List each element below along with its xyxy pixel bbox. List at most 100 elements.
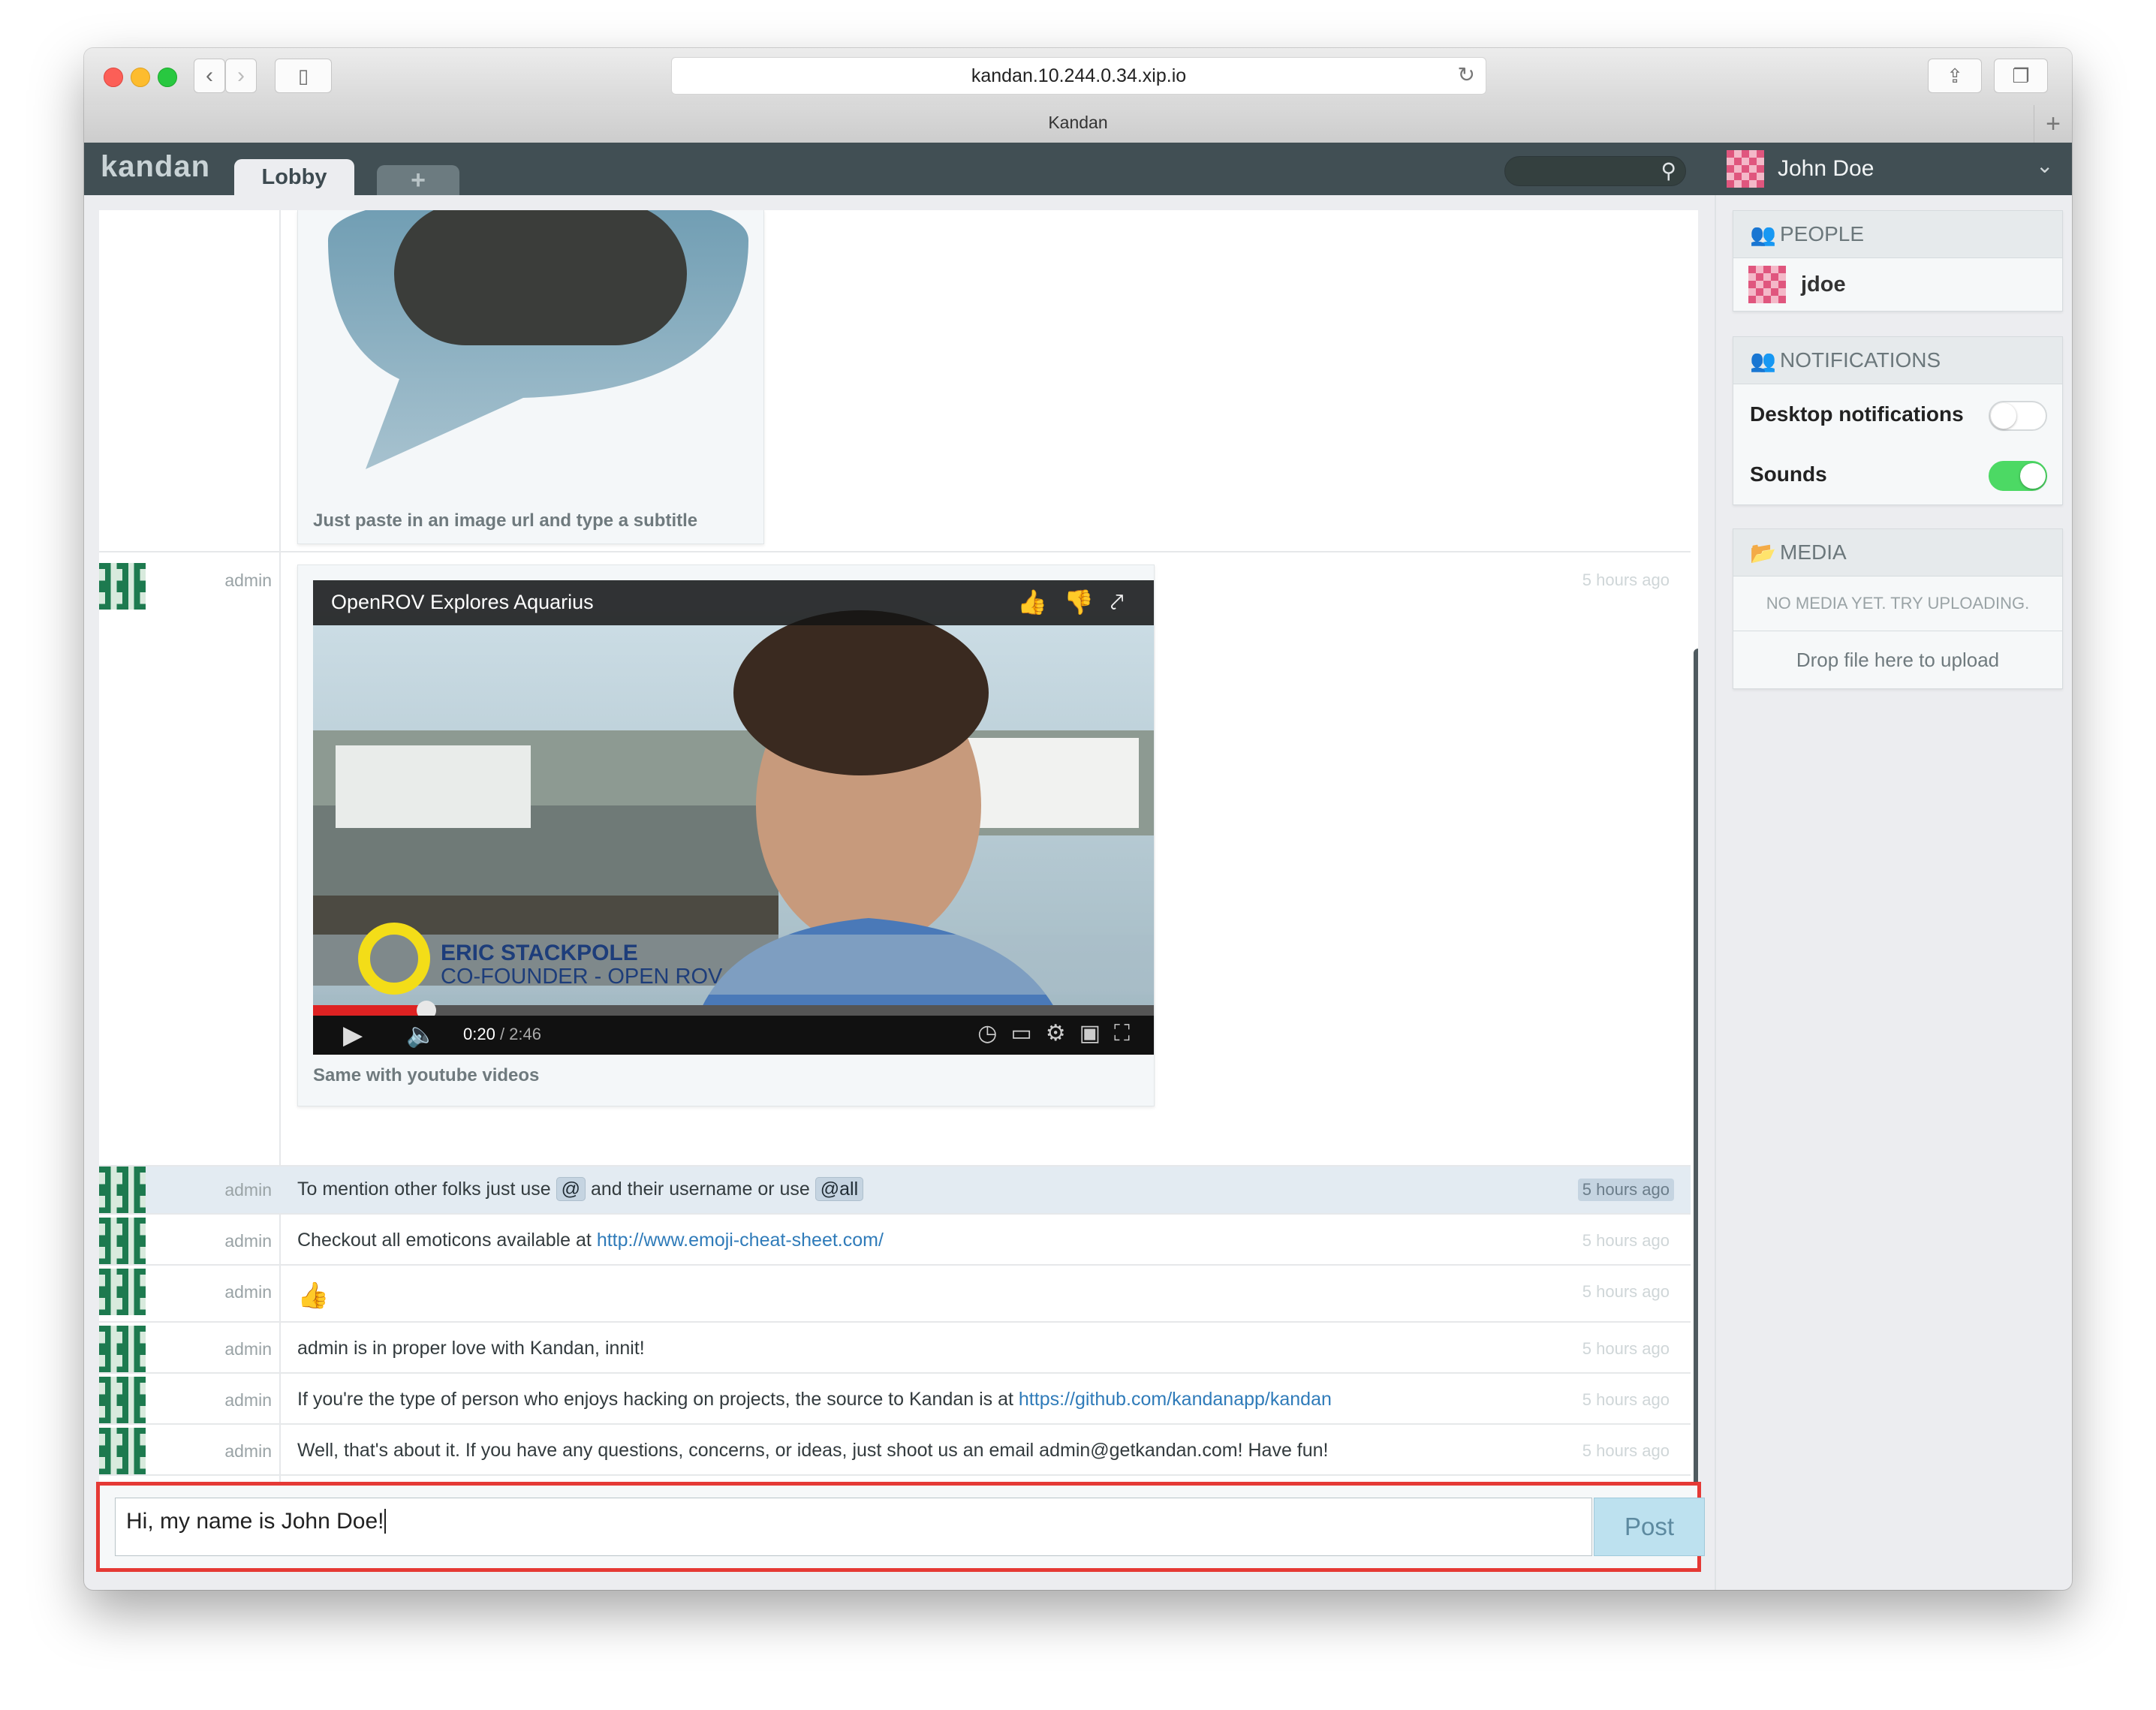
people-panel-header: 👥 PEOPLE [1733,211,2062,258]
message-link[interactable]: http://www.emoji-cheat-sheet.com/ [597,1230,884,1251]
message-body: Checkout all emoticons available at http… [297,1230,884,1251]
message-timestamp: 5 hours ago [1582,1231,1670,1250]
reload-icon[interactable]: ↻ [1458,62,1475,87]
desktop-notifications-label: Desktop notifications [1750,402,1964,426]
column-divider [279,210,281,1482]
forward-button[interactable]: › [225,59,257,93]
share-button[interactable]: ⇪ [1928,59,1982,93]
browser-toolbar: ‹ › ▯ kandan.10.244.0.34.xip.io ↻ ⇪ ❐ [84,48,2072,106]
text-caret [384,1509,387,1534]
video-time: 0:20 / 2:46 [463,1025,541,1044]
back-button[interactable]: ‹ [194,59,225,93]
minimize-window-button[interactable] [131,68,150,87]
message-author[interactable]: admin [212,1441,272,1462]
chat-stream[interactable]: Just paste in an image url and type a su… [99,210,1698,1482]
mention-all-chip: @all [815,1177,864,1201]
people-icon: 👥 [1750,222,1776,246]
message-divider [99,1321,1691,1323]
add-channel-button[interactable]: + [377,165,459,195]
mention-chip: @ [556,1177,586,1201]
message-timestamp: 5 hours ago [1577,1179,1674,1201]
user-menu-name[interactable]: John Doe [1778,156,1874,182]
media-title: MEDIA [1780,540,1847,564]
video-title[interactable]: OpenROV Explores Aquarius [331,591,594,614]
tab-lobby[interactable]: Lobby [234,159,354,195]
admin-avatar [99,563,146,610]
video-current-time: 0:20 [463,1025,495,1043]
message-divider [99,1213,1691,1215]
volume-icon[interactable]: 🔈 [406,1020,436,1049]
settings-gear-icon[interactable]: ⚙ [1046,1021,1080,1046]
message-divider [99,1474,1691,1476]
video-progress-bar[interactable] [313,1001,1154,1020]
people-item-name: jdoe [1801,272,1846,297]
message-text: admin is in proper love with Kandan, inn… [297,1338,645,1359]
thumbs-up-icon[interactable]: 👍 [1017,589,1064,616]
desktop-notifications-toggle[interactable] [1989,401,2047,431]
thumbs-down-icon[interactable]: 👎 [1064,589,1110,616]
message-author[interactable]: admin [212,1231,272,1251]
tabs-icon: ❐ [2012,64,2030,87]
message-text: If you're the type of person who enjoys … [297,1389,1019,1410]
share-icon: ⇪ [1947,64,1963,87]
fullscreen-icon[interactable]: ⛶ [1114,1021,1143,1046]
message-divider [99,1423,1691,1425]
image-attachment-card: Just paste in an image url and type a su… [297,210,764,544]
people-item[interactable]: jdoe [1733,258,2062,311]
message-body: 👍 [297,1281,329,1311]
file-drop-zone[interactable]: Drop file here to upload [1733,631,2062,688]
composer-highlight: Hi, my name is John Doe! Post [96,1482,1705,1572]
video-right-controls: ◷▭⚙▣⛶ [977,1020,1143,1046]
media-panel: 📂 MEDIA NO MEDIA YET. TRY UPLOADING. Dro… [1733,528,2063,689]
folder-icon: 📂 [1750,540,1776,564]
kandan-bubble-image[interactable] [328,210,748,480]
kandan-logo: kandan [101,150,211,183]
message-text: To mention other folks just use [297,1179,556,1200]
notifications-panel: 👥 NOTIFICATIONS Desktop notifications So… [1733,336,2063,505]
message-link[interactable]: https://github.com/kandanapp/kandan [1019,1389,1332,1410]
watch-later-icon[interactable]: ◷ [977,1021,1010,1046]
message-divider [99,551,1691,552]
message-author[interactable]: admin [212,1339,272,1359]
video-title-bar: OpenROV Explores Aquarius 👍👎⤤ [313,580,1154,625]
post-button[interactable]: Post [1594,1498,1705,1556]
video-duration: / 2:46 [499,1025,541,1043]
image-caption: Just paste in an image url and type a su… [313,510,698,531]
chevron-down-icon[interactable]: ⌄ [2036,153,2053,178]
chat-scrollbar[interactable] [1694,649,1698,1482]
message-timestamp: 5 hours ago [1582,1339,1670,1358]
video-actions: 👍👎⤤ [1017,588,1140,617]
captions-icon[interactable]: ▭ [1010,1021,1045,1046]
sounds-toggle[interactable] [1989,461,2047,491]
app-header: kandan Lobby + ⚲ John Doe ⌄ [84,143,2072,195]
close-window-button[interactable] [104,68,123,87]
message-body: If you're the type of person who enjoys … [297,1389,1332,1410]
youtube-player[interactable]: OpenROV Explores Aquarius 👍👎⤤ ERIC STACK… [313,580,1154,1055]
message-input[interactable]: Hi, my name is John Doe! [115,1498,1592,1556]
chevron-right-icon: › [237,63,245,88]
tabs-overview-button[interactable]: ❐ [1994,59,2048,93]
zoom-window-button[interactable] [158,68,177,87]
message-author[interactable]: admin [212,1180,272,1200]
share-icon[interactable]: ⤤ [1110,589,1140,616]
desktop-notifications-row: Desktop notifications [1733,384,2062,444]
message-text: Checkout all emoticons available at [297,1230,597,1251]
browser-tab-title[interactable]: Kandan [84,113,2072,133]
sidebar-icon: ▯ [297,64,309,87]
message-author[interactable]: admin [212,1390,272,1410]
search-input[interactable]: ⚲ [1504,156,1686,186]
new-tab-button[interactable]: + [2034,105,2072,143]
address-bar[interactable]: kandan.10.244.0.34.xip.io ↻ [671,57,1486,95]
user-avatar[interactable] [1727,150,1764,188]
message-divider [99,1372,1691,1374]
message-author[interactable]: admin [212,1282,272,1302]
message-author[interactable]: admin [212,571,272,591]
search-icon[interactable]: ⚲ [1661,158,1676,183]
browser-tab-strip: Kandan + [84,105,2072,143]
media-empty-message: NO MEDIA YET. TRY UPLOADING. [1733,577,2062,631]
thumbs-up-emoji-icon: 👍 [297,1281,330,1310]
sidebar-toggle-button[interactable]: ▯ [275,59,332,93]
play-icon[interactable]: ▶ [343,1020,363,1050]
youtube-logo-icon[interactable]: ▣ [1080,1021,1114,1046]
admin-avatar [99,1218,146,1264]
